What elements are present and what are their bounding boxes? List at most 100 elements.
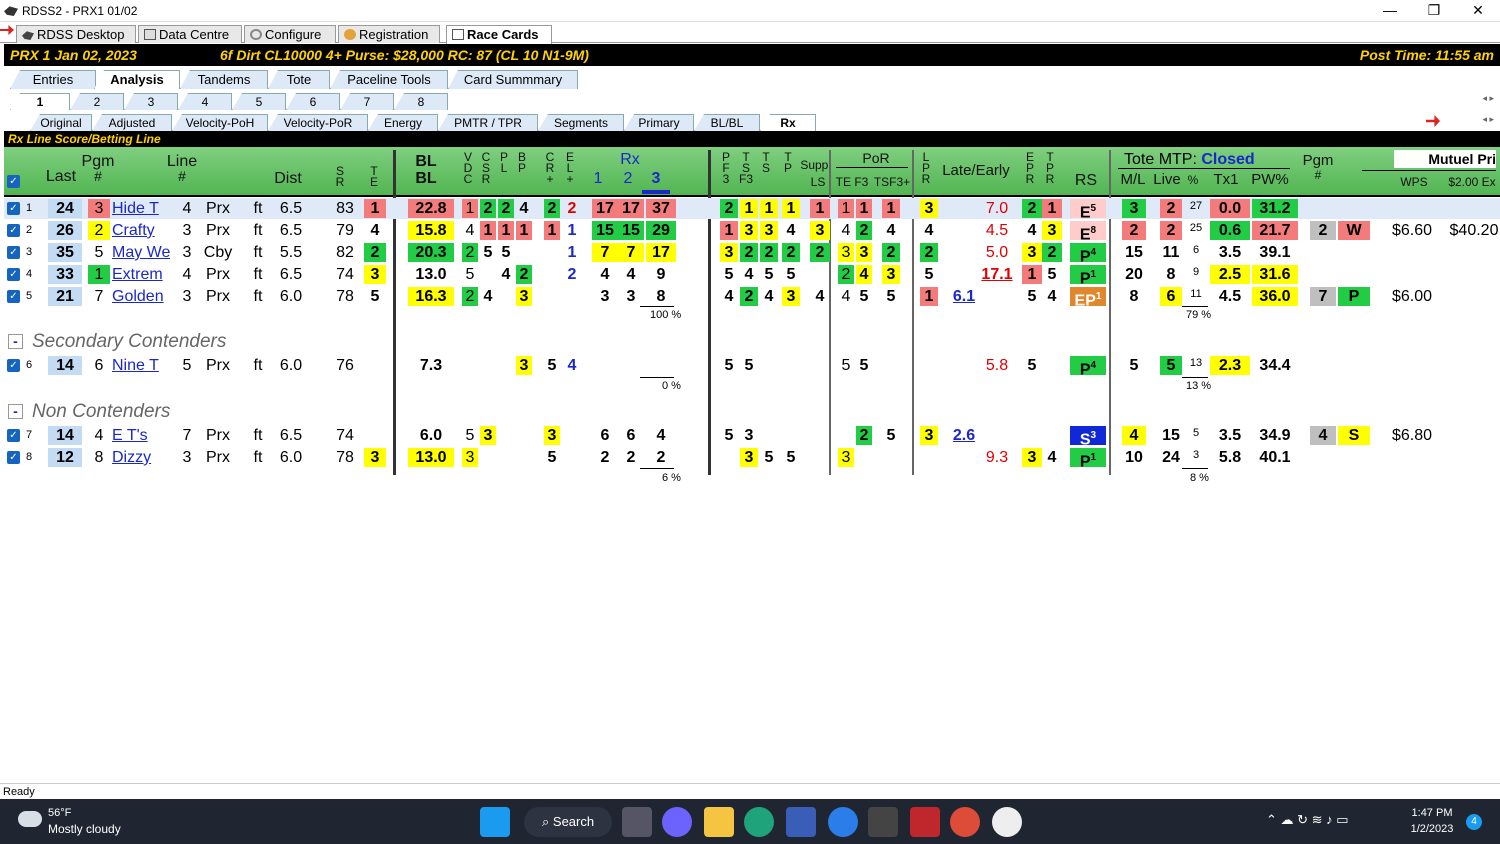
tab-rdss-desktop[interactable]: RDSS Desktop: [16, 25, 136, 43]
tab-velocity-por[interactable]: Velocity-PoR: [268, 114, 368, 131]
col-live: Live: [1153, 171, 1181, 188]
weather-temp[interactable]: 56°F: [48, 807, 71, 819]
cell-early[interactable]: 2.6: [950, 426, 978, 445]
row-checkbox[interactable]: ✓: [7, 290, 20, 303]
table-row[interactable]: ✓ 4 33 1 Extrem 4 Prx ft 6.5 74 3 13.0 5 4 2 2 4 4 9 5 4 5 5 2 4…: [4, 264, 1500, 287]
tab-configure[interactable]: Configure: [244, 25, 336, 43]
cell-csr: 1: [480, 221, 496, 240]
tab-adjusted[interactable]: Adjusted: [92, 114, 172, 131]
cell-ts: 5: [764, 449, 774, 466]
table-row[interactable]: ✓ 2 26 2 Crafty 3 Prx ft 6.5 79 4 15.8 4 1 1 1 1 1 15 15 29 1…: [4, 220, 1500, 244]
tab-tandems[interactable]: Tandems: [180, 70, 268, 89]
tab-analysis[interactable]: Analysis: [94, 70, 180, 89]
col-rx-2[interactable]: 2: [620, 170, 636, 187]
table-row[interactable]: ✓ 1 24 3 Hide T 4 Prx ft 6.5 83 1 22.8 1 2 2 4 2 2 17 17 37 2…: [4, 198, 1500, 221]
table-row[interactable]: ✓ 7 14 4 E T's 7 Prx ft 6.5 74 6.0 5 3 3 6 6 4 5 3 2 5 3 2.6 S3…: [4, 425, 1500, 448]
table-row[interactable]: ✓ 8 12 8 Dizzy 3 Prx ft 6.0 78 3 13.0 3 5 2 2 2 3 5 5 3 9.3 3 4…: [4, 447, 1500, 470]
cell-cr: 1: [544, 221, 560, 240]
tab-race-2[interactable]: 2: [70, 93, 124, 110]
tab-race-3[interactable]: 3: [124, 93, 178, 110]
collapse-secondary-button[interactable]: -: [8, 334, 23, 349]
row-checkbox[interactable]: ✓: [7, 359, 20, 372]
tab-registration[interactable]: Registration: [338, 25, 440, 43]
cell-tsf3: 2: [740, 287, 758, 306]
tab-segments[interactable]: Segments: [538, 114, 624, 131]
cell-name[interactable]: Golden: [112, 287, 170, 306]
windows-start-icon[interactable]: [480, 807, 510, 837]
maximize-button[interactable]: ❐: [1412, 0, 1456, 22]
col-rx-3[interactable]: 3: [648, 170, 664, 187]
task-view-icon[interactable]: [622, 807, 652, 837]
tab-race-1[interactable]: 1: [10, 93, 70, 110]
cell-pf3: 3: [720, 243, 738, 262]
row-checkbox[interactable]: ✓: [7, 224, 20, 237]
rs-code: E: [1079, 226, 1091, 244]
tab-card-summary[interactable]: Card Summmary: [448, 70, 578, 89]
tab-energy[interactable]: Energy: [368, 114, 438, 131]
table-row[interactable]: ✓ 6 14 6 Nine T 5 Prx ft 6.0 76 7.3 3 5 4 5 5 5 5 5.8 5 P4 5 5…: [4, 355, 1500, 378]
tab-original[interactable]: Original: [30, 114, 92, 131]
scroll-arrows-icon[interactable]: ◂ ▸: [1482, 114, 1494, 125]
collapse-non-button[interactable]: -: [8, 404, 23, 419]
tab-race-5[interactable]: 5: [232, 93, 286, 110]
cell-tp: 5: [786, 266, 796, 283]
tab-data-centre[interactable]: Data Centre: [138, 25, 242, 43]
row-checkbox[interactable]: ✓: [7, 268, 20, 281]
tab-race-7[interactable]: 7: [340, 93, 394, 110]
cell-tsf3p: 5: [886, 288, 896, 305]
mcafee-icon[interactable]: [910, 807, 940, 837]
col-line-hash: #: [178, 168, 186, 184]
cell-name[interactable]: Nine T: [112, 356, 170, 375]
tab-race-cards[interactable]: Race Cards: [446, 25, 552, 44]
tab-primary[interactable]: Primary: [624, 114, 694, 131]
rdss-app-icon[interactable]: [868, 807, 898, 837]
weather-desc[interactable]: Mostly cloudy: [48, 822, 121, 836]
cell-dist: 5.5: [279, 244, 303, 261]
tab-entries[interactable]: Entries: [10, 70, 96, 89]
notification-badge[interactable]: 4: [1466, 814, 1482, 830]
tab-tote[interactable]: Tote: [268, 70, 330, 89]
cell-tsf3: 3: [740, 448, 758, 467]
cell-name[interactable]: Crafty: [112, 221, 170, 240]
help-icon[interactable]: [828, 807, 858, 837]
scroll-arrows-icon[interactable]: ◂ ▸: [1482, 93, 1494, 104]
tray-icons[interactable]: ⌃ ☁ ↻ ≋ ♪ ▭: [1266, 812, 1349, 828]
export-icon[interactable]: [1426, 115, 1440, 127]
tab-rx[interactable]: Rx: [760, 114, 816, 131]
tab-race-4[interactable]: 4: [178, 93, 232, 110]
tab-race-8[interactable]: 8: [394, 93, 448, 110]
table-row[interactable]: ✓ 5 21 7 Golden 3 Prx ft 6.0 78 5 16.3 2 4 3 3 3 8 4 2 4 3 4 4 5…: [4, 286, 1500, 309]
row-checkbox[interactable]: ✓: [7, 202, 20, 215]
minimize-button[interactable]: —: [1368, 0, 1412, 22]
row-checkbox[interactable]: ✓: [7, 429, 20, 442]
col-rx-1[interactable]: 1: [590, 170, 606, 187]
tab-paceline-tools[interactable]: Paceline Tools: [330, 70, 448, 89]
cell-bl: 6.0: [419, 427, 443, 444]
cell-name[interactable]: Dizzy: [112, 448, 170, 467]
cell-rs: P4: [1070, 243, 1106, 265]
cell-name[interactable]: E T's: [112, 426, 170, 445]
search-button[interactable]: ⌕ Search: [524, 807, 612, 837]
chat-icon[interactable]: [662, 807, 692, 837]
clock-date[interactable]: 1/2/2023: [1406, 823, 1458, 835]
tab-bl-bl[interactable]: BL/BL: [694, 114, 760, 131]
cell-name[interactable]: Hide T: [112, 199, 170, 218]
close-button[interactable]: ✕: [1456, 0, 1500, 22]
tab-pmtr-tpr[interactable]: PMTR / TPR: [438, 114, 538, 131]
row-checkbox[interactable]: ✓: [7, 451, 20, 464]
row-checkbox[interactable]: ✓: [7, 246, 20, 259]
select-all-checkbox[interactable]: ✓: [7, 175, 20, 188]
cell-name[interactable]: Extrem: [112, 265, 170, 284]
tab-velocity-poh[interactable]: Velocity-PoH: [172, 114, 268, 131]
tab-race-6[interactable]: 6: [286, 93, 340, 110]
clock-time[interactable]: 1:47 PM: [1406, 807, 1458, 819]
table-row[interactable]: ✓ 3 35 5 May We 3 Cby ft 5.5 82 2 20.3 2 5 5 1 7 7 17 3 2 2 2 2…: [4, 242, 1500, 265]
edge-icon[interactable]: [744, 807, 774, 837]
cell-early[interactable]: 6.1: [950, 287, 978, 306]
store-icon[interactable]: [786, 807, 816, 837]
chatgpt-icon[interactable]: [992, 807, 1022, 837]
cell-name[interactable]: May We: [112, 243, 170, 262]
file-explorer-icon[interactable]: [704, 807, 734, 837]
cell-trk: Prx: [206, 200, 230, 217]
chrome-icon[interactable]: [950, 807, 980, 837]
